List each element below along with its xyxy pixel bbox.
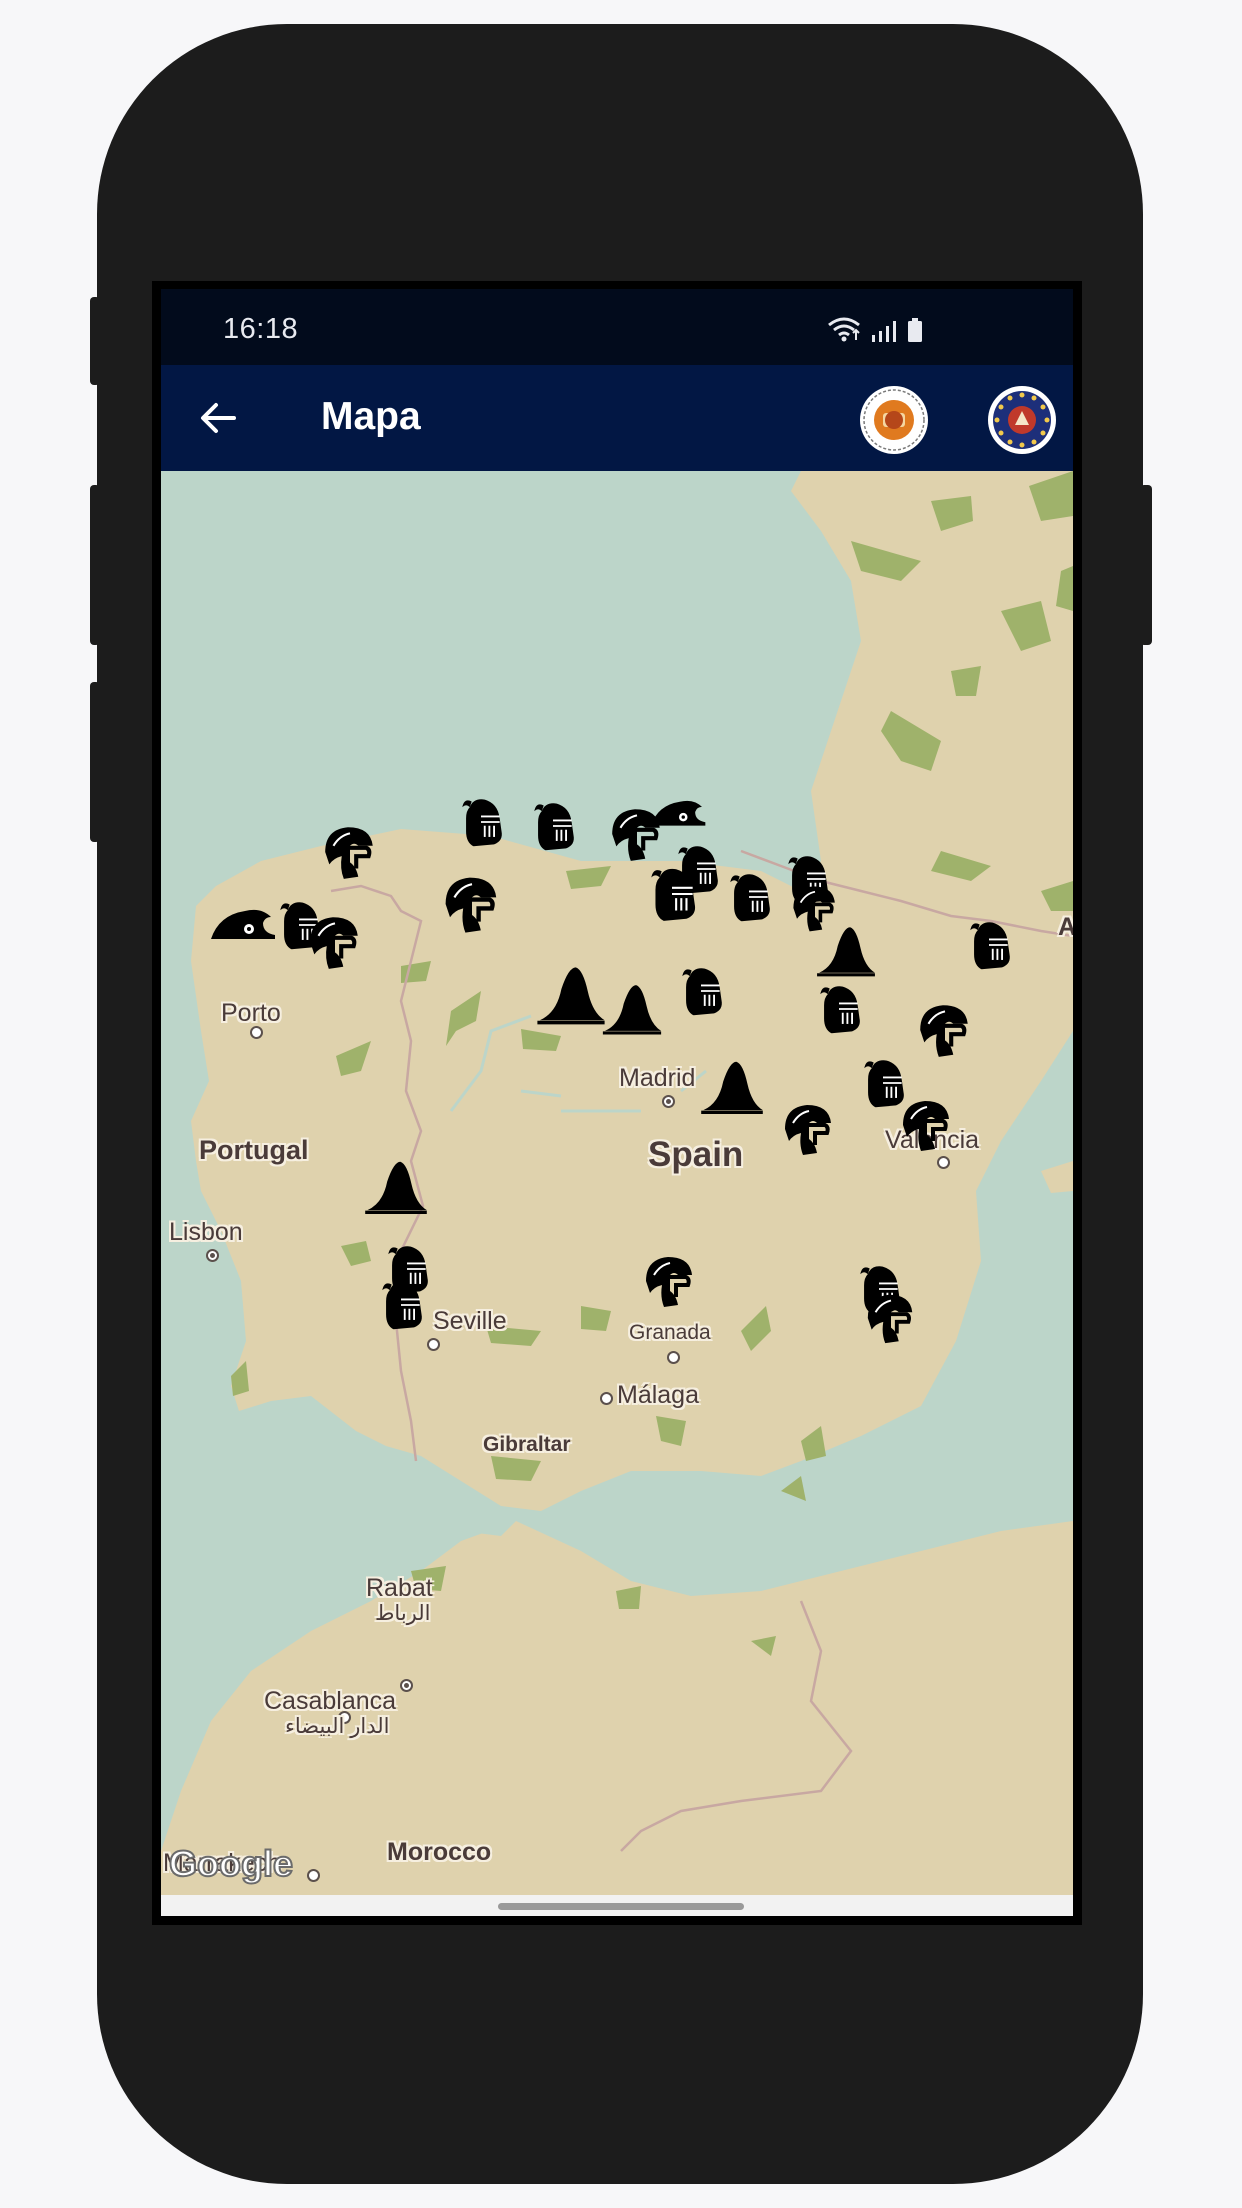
knight-helmet-icon[interactable] — [673, 963, 729, 1019]
madrid-dot — [662, 1095, 675, 1108]
map-label-madrid: Madrid — [619, 1064, 696, 1092]
map-base — [161, 471, 1073, 1895]
roman-helmet-icon[interactable] — [897, 1095, 957, 1155]
phone-side-button — [90, 485, 100, 645]
map-label-lisbon: Lisbon — [169, 1218, 243, 1246]
phrygian-cap-icon[interactable] — [649, 795, 709, 829]
map-view[interactable]: Porto Portugal Lisbon Madrid Spain Valen… — [161, 471, 1073, 1895]
knight-helmet-icon[interactable] — [641, 863, 703, 925]
knight-helmet-icon[interactable] — [811, 981, 867, 1037]
seville-dot — [427, 1338, 440, 1351]
knight-helmet-icon[interactable] — [453, 794, 509, 850]
map-label-seville: Seville — [433, 1307, 507, 1335]
roman-helmet-icon[interactable] — [319, 821, 381, 883]
screen: 16:18 Mapa Porto Portugal Lisbon Madrid … — [161, 289, 1073, 1916]
roman-helmet-icon[interactable] — [639, 1251, 701, 1311]
phone-side-button — [1140, 485, 1152, 645]
roman-helmet-icon[interactable] — [304, 911, 366, 973]
map-label-spain: Spain — [648, 1135, 744, 1174]
european-circle-logo[interactable] — [987, 385, 1057, 455]
roman-helmet-icon[interactable] — [907, 999, 983, 1061]
status-time: 16:18 — [223, 313, 299, 345]
battery-icon — [908, 318, 922, 342]
signal-icon — [872, 321, 896, 342]
knight-helmet-icon[interactable] — [525, 798, 581, 854]
system-nav-bar — [161, 1895, 1073, 1916]
granada-dot — [667, 1351, 680, 1364]
map-label-rabat-arabic: الرباط — [375, 1602, 431, 1625]
app-bar: Mapa — [161, 365, 1073, 471]
hat-icon[interactable] — [599, 983, 665, 1035]
map-label-morocco: Morocco — [387, 1838, 492, 1866]
status-bar: 16:18 — [161, 289, 1073, 365]
roman-helmet-icon[interactable] — [779, 1099, 839, 1159]
page-title: Mapa — [321, 395, 421, 438]
valencia-dot — [937, 1156, 950, 1169]
map-label-gibraltar: Gibraltar — [483, 1433, 571, 1456]
map-label-granada: Granada — [629, 1321, 711, 1344]
lisbon-dot — [206, 1249, 219, 1262]
roman-helmet-icon[interactable] — [861, 1289, 921, 1347]
arrow-left-icon — [201, 403, 236, 433]
hat-icon[interactable] — [363, 1159, 429, 1215]
marrakech-dot — [307, 1869, 320, 1882]
association-logo[interactable] — [859, 385, 929, 455]
wifi-icon — [828, 317, 860, 342]
map-label-portugal: Portugal — [199, 1135, 309, 1165]
map-label-casablanca: Casablanca — [264, 1687, 397, 1715]
phone-side-button — [90, 682, 100, 842]
knight-helmet-icon[interactable] — [373, 1277, 429, 1333]
phone-side-button — [90, 297, 100, 385]
map-label-casablanca-arabic: الدار البيضاء — [285, 1715, 390, 1738]
knight-helmet-icon[interactable] — [961, 917, 1017, 973]
malaga-dot — [600, 1392, 613, 1405]
home-handle[interactable] — [498, 1903, 744, 1910]
rabat-dot — [400, 1679, 413, 1692]
hat-icon[interactable] — [815, 925, 877, 977]
map-label-malaga: Málaga — [617, 1381, 699, 1409]
hat-icon[interactable] — [699, 1059, 765, 1115]
knight-helmet-icon[interactable] — [721, 869, 777, 925]
google-logo: Google — [168, 1842, 294, 1885]
map-label-porto: Porto — [221, 999, 281, 1027]
roman-helmet-icon[interactable] — [437, 871, 507, 937]
map-label-andorra: A — [1058, 913, 1073, 941]
status-icons — [827, 316, 923, 342]
phrygian-cap-icon[interactable] — [209, 903, 279, 943]
map-label-rabat: Rabat — [366, 1574, 433, 1602]
back-button[interactable] — [191, 391, 245, 445]
